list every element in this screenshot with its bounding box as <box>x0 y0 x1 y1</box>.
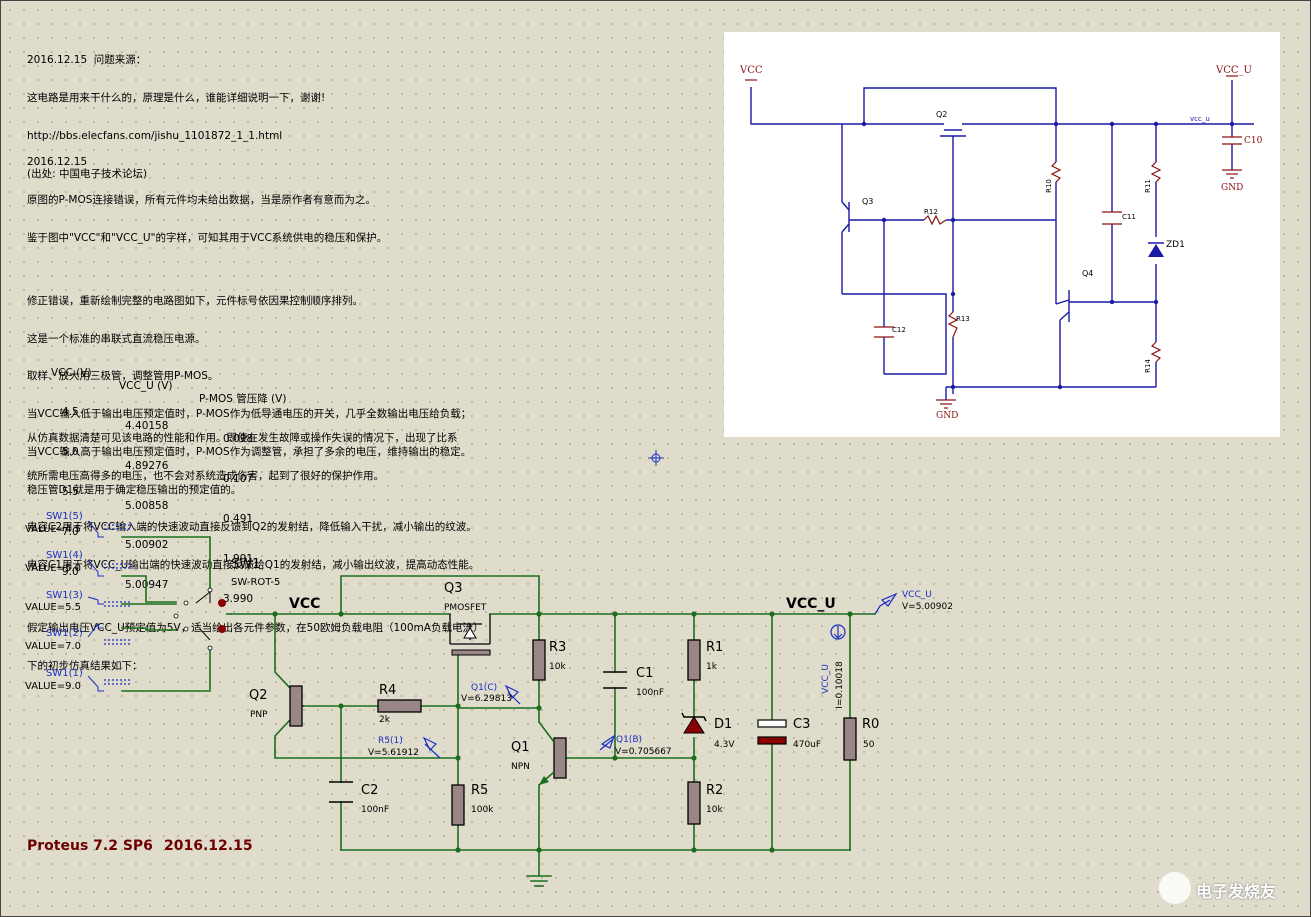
window-frame <box>0 0 1311 917</box>
